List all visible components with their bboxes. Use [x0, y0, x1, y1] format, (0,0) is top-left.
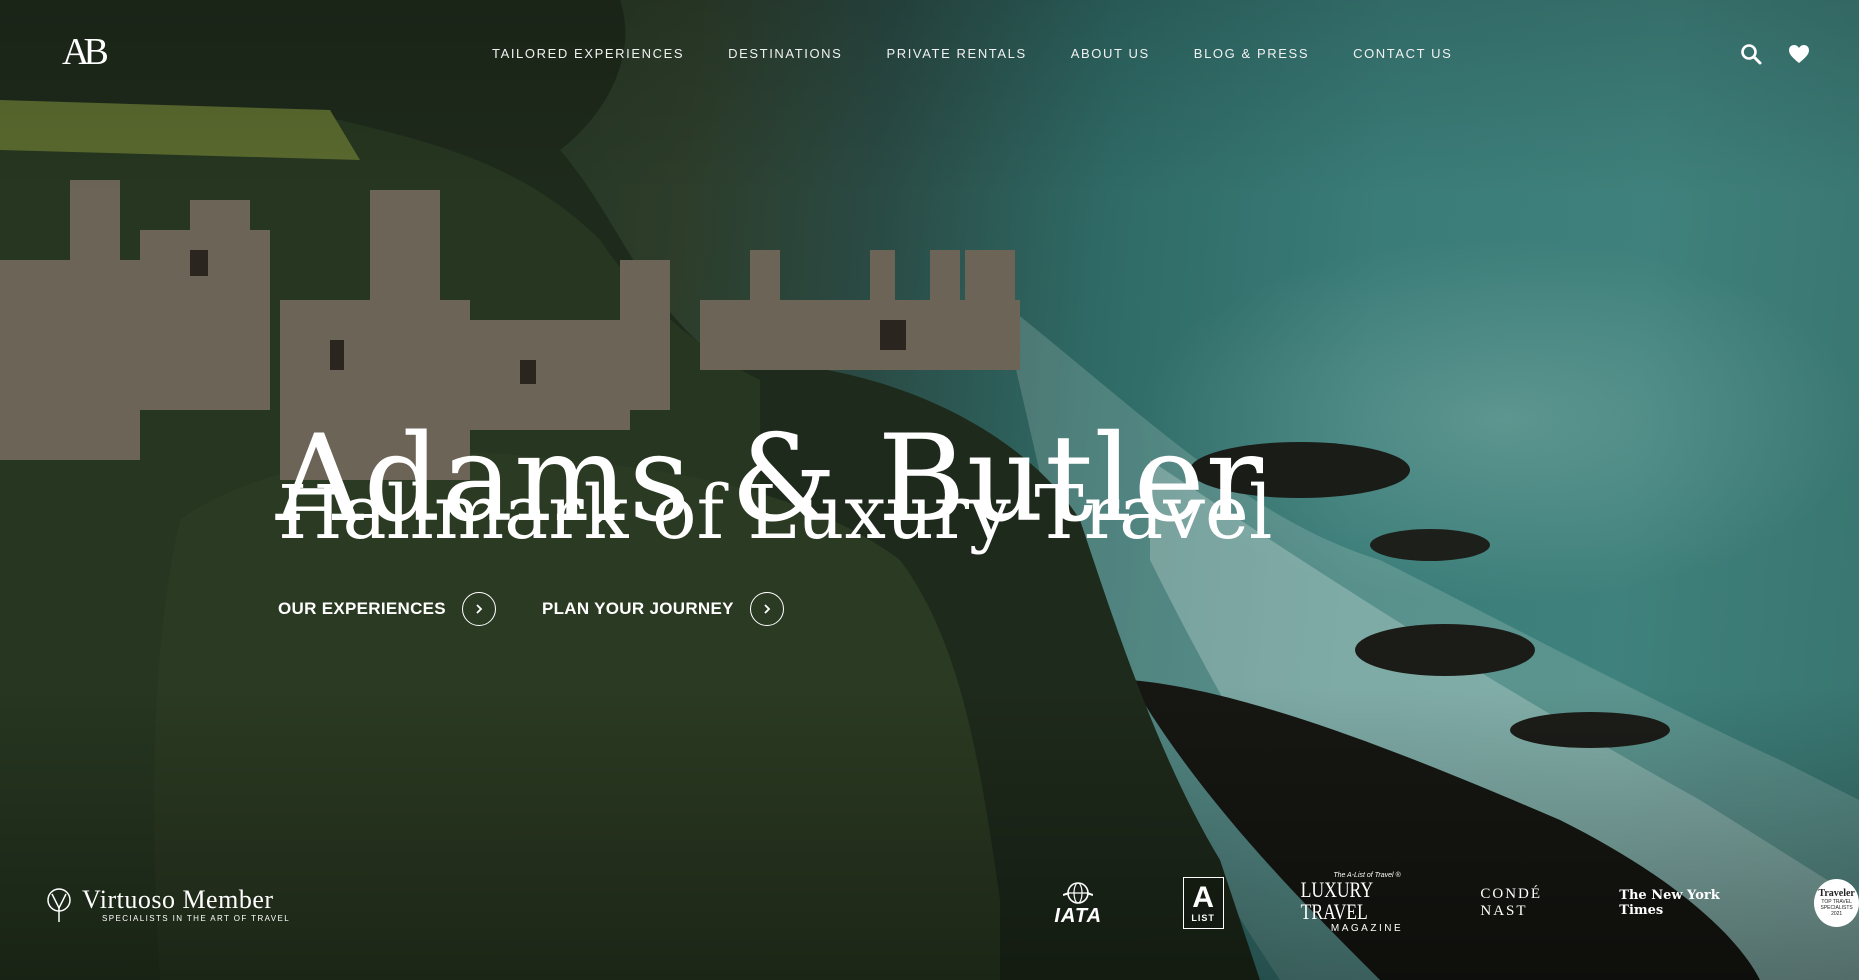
- brand-logo[interactable]: AB: [62, 28, 110, 76]
- traveler-name: Traveler: [1818, 888, 1855, 899]
- plan-your-journey-label: PLAN YOUR JOURNEY: [541, 599, 734, 618]
- our-experiences-label: OUR EXPERIENCES: [278, 599, 446, 618]
- nav-icons: [1739, 42, 1811, 66]
- new-york-times-logo: The New York Times: [1619, 888, 1720, 918]
- virtuoso-member-badge[interactable]: Virtuoso Member SPECIALISTS IN THE ART O…: [44, 884, 290, 924]
- chevron-right-icon: [461, 592, 496, 626]
- virtuoso-name: Virtuoso Member: [82, 884, 274, 914]
- hero-cta-row: OUR EXPERIENCES PLAN YOUR JOURNEY: [278, 592, 784, 626]
- search-icon[interactable]: [1739, 42, 1763, 66]
- nav-links: TAILORED EXPERIENCES DESTINATIONS PRIVAT…: [492, 46, 1496, 61]
- nav-link-private-rentals[interactable]: PRIVATE RENTALS: [886, 46, 1026, 61]
- hero-subtitle: Hallmark of Luxury Travel: [278, 470, 1273, 556]
- alist-logo: A LIST: [1182, 877, 1224, 929]
- chevron-right-icon: [749, 592, 784, 626]
- ltm-main: LUXURY TRAVEL: [1300, 877, 1373, 924]
- nav-link-tailored-experiences[interactable]: TAILORED EXPERIENCES: [492, 46, 684, 61]
- our-experiences-button[interactable]: OUR EXPERIENCES: [278, 592, 496, 626]
- conde-nast-traveler-badge: Traveler TOP TRAVEL SPECIALISTS 2021: [1814, 879, 1859, 927]
- alist-letter: A: [1192, 881, 1214, 914]
- luxury-travel-magazine-logo: The A-List of Travel ® LUXURY TRAVEL MAG…: [1284, 872, 1451, 934]
- top-navigation: AB TAILORED EXPERIENCES DESTINATIONS PRI…: [0, 0, 1859, 110]
- traveler-line: TOP TRAVEL SPECIALISTS: [1820, 899, 1853, 911]
- nav-link-destinations[interactable]: DESTINATIONS: [728, 46, 842, 61]
- iata-text: IATA: [1054, 905, 1103, 927]
- conde-nast-logo: CONDÉ NAST: [1480, 886, 1543, 919]
- nav-link-blog-press[interactable]: BLOG & PRESS: [1194, 46, 1309, 61]
- virtuoso-tagline: SPECIALISTS IN THE ART OF TRAVEL: [102, 913, 291, 923]
- traveler-year: 2021: [1831, 911, 1843, 917]
- iata-logo: IATA: [1040, 875, 1117, 931]
- nav-link-contact-us[interactable]: CONTACT US: [1353, 46, 1452, 61]
- heart-icon[interactable]: [1787, 42, 1811, 66]
- alist-word: LIST: [1191, 913, 1215, 923]
- ltm-sub: MAGAZINE: [1330, 923, 1404, 934]
- iata-globe-icon: [1063, 882, 1094, 904]
- plan-your-journey-button[interactable]: PLAN YOUR JOURNEY: [542, 592, 784, 626]
- press-logos: IATA A LIST The A-List of Travel ® LUXUR…: [1040, 872, 1859, 934]
- virtuoso-emblem-icon: [47, 888, 71, 922]
- nav-link-about-us[interactable]: ABOUT US: [1071, 46, 1150, 61]
